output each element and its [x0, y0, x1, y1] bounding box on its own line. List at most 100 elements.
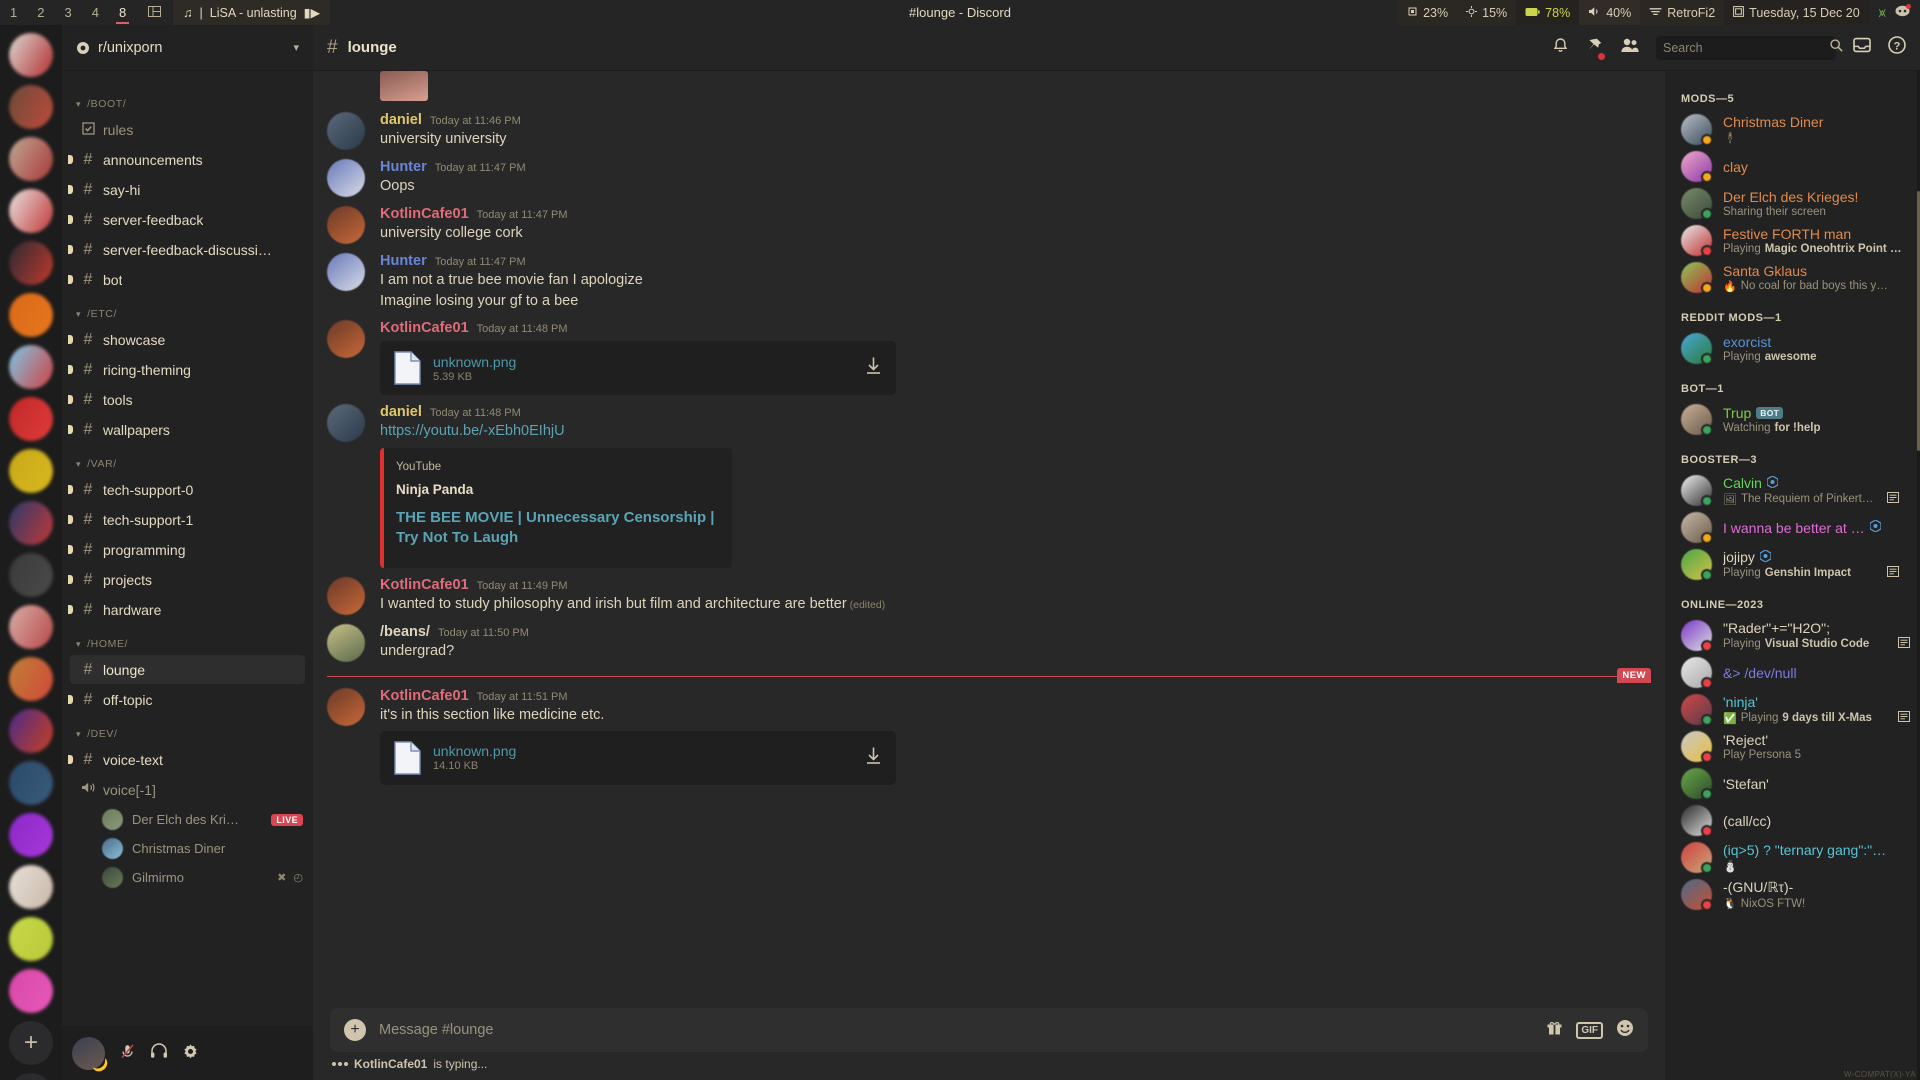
message-input[interactable]: Message #lounge — [379, 1022, 1533, 1038]
avatar[interactable] — [1681, 694, 1712, 725]
member-list-item[interactable]: Santa Gklaus🔥No coal for bad boys this y… — [1665, 259, 1920, 296]
workspace-3[interactable]: 3 — [54, 0, 81, 25]
workspace-8[interactable]: 8 — [109, 0, 136, 25]
link-embed[interactable]: YouTubeNinja PandaTHE BEE MOVIE | Unnece… — [380, 448, 732, 569]
channel-category-boot[interactable]: ▾/BOOT/ — [62, 85, 313, 114]
member-list[interactable]: MODS—5Christmas Diner🕴clayDer Elch des K… — [1665, 71, 1920, 1080]
server-icon-11[interactable] — [9, 553, 53, 597]
sidebar-item-hardware[interactable]: #hardware — [70, 595, 305, 624]
inbox-icon[interactable] — [1853, 37, 1871, 58]
search-box[interactable] — [1656, 36, 1836, 60]
server-icon-3[interactable] — [9, 137, 53, 181]
server-icon-19[interactable] — [9, 969, 53, 1013]
member-list-item[interactable]: 'Stefan' — [1665, 765, 1920, 802]
message-author[interactable]: Hunter — [380, 253, 427, 269]
plus-icon[interactable]: + — [344, 1019, 366, 1041]
server-rail[interactable]: + — [0, 25, 62, 1080]
member-list-item[interactable]: exorcistPlaying awesome — [1665, 330, 1920, 367]
member-list-item[interactable]: 'ninja'✅Playing 9 days till X-Mas — [1665, 691, 1920, 728]
server-icon-4[interactable] — [9, 189, 53, 233]
member-list-item[interactable]: "Rader"+="H2O";Playing Visual Studio Cod… — [1665, 617, 1920, 654]
mic-muted-icon[interactable] — [119, 1043, 136, 1065]
sidebar-item-lounge[interactable]: #lounge — [70, 655, 305, 684]
headphones-icon[interactable] — [150, 1043, 168, 1064]
member-list-item[interactable]: jojipyPlaying Genshin Impact — [1665, 546, 1920, 583]
explore-servers-button[interactable] — [9, 1073, 53, 1080]
nvidia-icon[interactable]: ⩙ — [1879, 5, 1886, 21]
channel-category-var[interactable]: ▾/VAR/ — [62, 445, 313, 474]
avatar[interactable] — [327, 206, 365, 244]
avatar[interactable] — [1681, 262, 1712, 293]
message[interactable]: HunterToday at 11:47 PMOops — [313, 152, 1655, 199]
avatar[interactable] — [327, 577, 365, 615]
sidebar-item-programming[interactable]: #programming — [70, 535, 305, 564]
avatar[interactable]: 🌙 — [72, 1037, 105, 1070]
activity-icon[interactable] — [1898, 711, 1910, 725]
tray-cpu[interactable]: 23% — [1398, 0, 1457, 25]
help-icon[interactable]: ? — [1888, 36, 1906, 59]
sidebar-item-voice-text[interactable]: #voice-text — [70, 745, 305, 774]
sidebar-item-projects[interactable]: #projects — [70, 565, 305, 594]
sidebar-item-showcase[interactable]: #showcase — [70, 325, 305, 354]
gift-icon[interactable] — [1546, 1019, 1563, 1041]
workspace-2[interactable]: 2 — [27, 0, 54, 25]
voice-member[interactable]: Gilmirmo✖◴ — [62, 863, 313, 892]
message-author[interactable]: KotlinCafe01 — [380, 577, 469, 593]
avatar[interactable] — [327, 320, 365, 358]
sidebar-item-server-feedback[interactable]: #server-feedback — [70, 205, 305, 234]
server-icon-14[interactable] — [9, 709, 53, 753]
sidebar-item-voice-1[interactable]: voice[-1] — [70, 775, 305, 804]
members-icon[interactable] — [1620, 37, 1639, 58]
bell-icon[interactable] — [1552, 37, 1569, 59]
avatar[interactable] — [1681, 151, 1712, 182]
server-icon-16[interactable] — [9, 813, 53, 857]
chevron-down-icon[interactable]: ▾ — [293, 41, 299, 54]
file-attachment[interactable]: unknown.png5.39 KB — [380, 341, 896, 395]
avatar[interactable] — [1681, 404, 1712, 435]
activity-icon[interactable] — [1898, 637, 1910, 651]
server-icon-7[interactable] — [9, 345, 53, 389]
server-icon-15[interactable] — [9, 761, 53, 805]
avatar[interactable] — [1681, 333, 1712, 364]
avatar[interactable] — [327, 253, 365, 291]
search-icon[interactable] — [1830, 39, 1843, 57]
message-author[interactable]: KotlinCafe01 — [380, 688, 469, 704]
sidebar-item-off-topic[interactable]: #off-topic — [70, 685, 305, 714]
sidebar-item-tech-support-0[interactable]: #tech-support-0 — [70, 475, 305, 504]
message-list[interactable]: danielToday at 11:46 PMuniversity univer… — [313, 71, 1665, 1008]
channel-list[interactable]: ▾/BOOT/rules#announcements#say-hi#server… — [62, 71, 313, 1027]
sidebar-item-rules[interactable]: rules — [70, 115, 305, 144]
skip-icon[interactable]: ▮▶ — [304, 5, 321, 20]
server-icon-9[interactable] — [9, 449, 53, 493]
message-image-partial[interactable] — [380, 71, 428, 101]
server-icon-13[interactable] — [9, 657, 53, 701]
tray-battery[interactable]: 78% — [1516, 0, 1579, 25]
gear-icon[interactable] — [182, 1043, 199, 1065]
avatar[interactable] — [1681, 114, 1712, 145]
message-author[interactable]: Hunter — [380, 159, 427, 175]
server-icon-18[interactable] — [9, 917, 53, 961]
sidebar-item-ricing-theming[interactable]: #ricing-theming — [70, 355, 305, 384]
member-list-item[interactable]: Festive FORTH manPlaying Magic Oneohtrix… — [1665, 222, 1920, 259]
search-input[interactable] — [1663, 41, 1824, 55]
workspace-4[interactable]: 4 — [82, 0, 109, 25]
file-name[interactable]: unknown.png — [433, 743, 516, 759]
activity-icon[interactable] — [1887, 566, 1899, 580]
avatar[interactable] — [1681, 475, 1712, 506]
sidebar-item-wallpapers[interactable]: #wallpapers — [70, 415, 305, 444]
add-server-button[interactable]: + — [9, 1021, 53, 1065]
avatar[interactable] — [1681, 731, 1712, 762]
workspace-1[interactable]: 1 — [0, 0, 27, 25]
message-link[interactable]: https://youtu.be/-xEbh0EIhjU — [380, 421, 1641, 442]
tray-wifi[interactable]: RetroFi2 — [1640, 0, 1724, 25]
activity-icon[interactable] — [1887, 492, 1899, 506]
layout-icon[interactable] — [136, 6, 173, 20]
message[interactable]: danielToday at 11:48 PMhttps://youtu.be/… — [313, 397, 1655, 570]
avatar[interactable] — [1681, 879, 1712, 910]
music-widget[interactable]: ♫ | LiSA - unlasting ▮▶ — [173, 0, 330, 25]
member-list-item[interactable]: I wanna be better at … — [1665, 509, 1920, 546]
avatar[interactable] — [1681, 512, 1712, 543]
download-icon[interactable] — [864, 746, 883, 770]
member-list-item[interactable]: 'Reject'Play Persona 5 — [1665, 728, 1920, 765]
discord-icon[interactable] — [1895, 5, 1910, 20]
